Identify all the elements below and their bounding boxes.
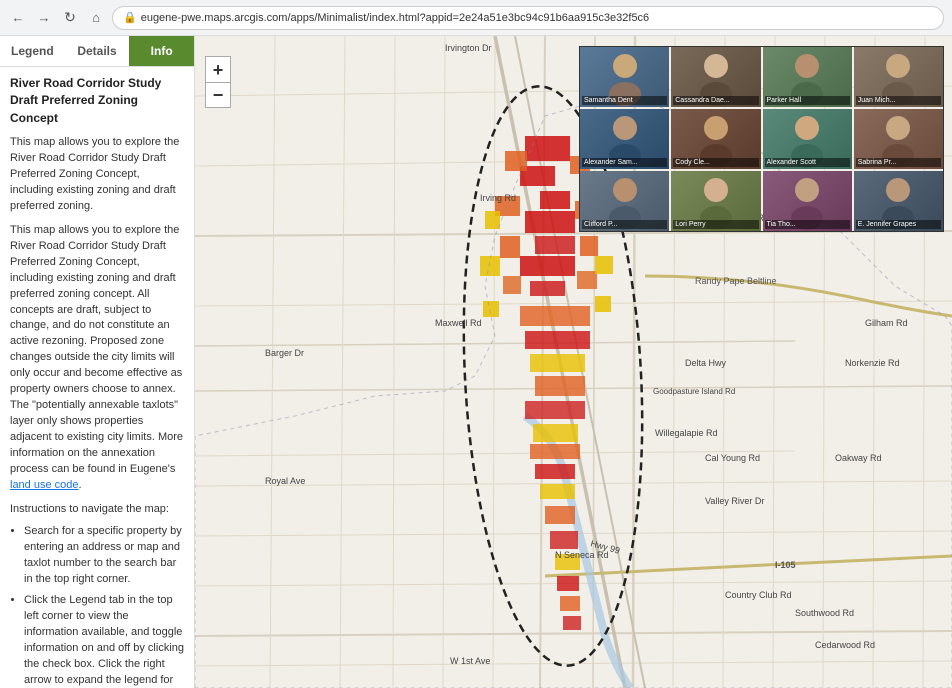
map-area[interactable]: Green Acres Rd Crescent Ave Randy Pape B…	[195, 36, 952, 688]
reload-button[interactable]: ↻	[60, 8, 80, 28]
svg-text:Willegalapie Rd: Willegalapie Rd	[655, 428, 718, 438]
svg-text:Cedarwood Rd: Cedarwood Rd	[815, 640, 875, 650]
video-participant-3: Parker Hall	[763, 47, 852, 107]
instruction-1: Search for a specific property by enteri…	[24, 524, 184, 588]
tab-info[interactable]: Info	[129, 36, 194, 66]
url-bar[interactable]: 🔒 eugene-pwe.maps.arcgis.com/apps/Minima…	[112, 6, 944, 30]
svg-text:W 1st Ave: W 1st Ave	[450, 656, 490, 666]
participant-label-6: Cody Cle...	[673, 158, 758, 167]
zoom-controls: + −	[205, 56, 231, 108]
panel-title: River Road Corridor Study Draft Preferre…	[10, 75, 184, 127]
svg-text:Maxwell Rd: Maxwell Rd	[435, 318, 482, 328]
participant-label-3: Parker Hall	[765, 96, 850, 105]
video-participant-10: Lori Perry	[671, 171, 760, 231]
svg-text:Oakway Rd: Oakway Rd	[835, 453, 882, 463]
land-use-link[interactable]: land use code	[10, 479, 79, 491]
video-participant-11: Tia Tho...	[763, 171, 852, 231]
home-button[interactable]: ⌂	[86, 8, 106, 28]
participant-label-8: Sabrina Pr...	[856, 158, 941, 167]
video-participant-2: Cassandra Dae...	[671, 47, 760, 107]
svg-text:Barger Dr: Barger Dr	[265, 348, 304, 358]
participant-label-11: Tia Tho...	[765, 220, 850, 229]
svg-text:I-105: I-105	[775, 560, 796, 570]
instructions-heading: Instructions to navigate the map:	[10, 502, 184, 518]
video-participant-6: Cody Cle...	[671, 109, 760, 169]
video-participant-8: Sabrina Pr...	[854, 109, 943, 169]
video-participant-4: Juan Mich...	[854, 47, 943, 107]
svg-text:Norkenzie Rd: Norkenzie Rd	[845, 358, 900, 368]
video-participant-5: Alexander Sam...	[580, 109, 669, 169]
forward-button[interactable]: →	[34, 8, 54, 28]
lock-icon: 🔒	[123, 11, 137, 24]
instructions-list: Search for a specific property by enteri…	[10, 524, 184, 688]
video-participant-7: Alexander Scott	[763, 109, 852, 169]
svg-text:Cal Young Rd: Cal Young Rd	[705, 453, 760, 463]
participant-label-12: E. Jennifer Grapes	[856, 220, 941, 229]
svg-text:N Seneca Rd: N Seneca Rd	[555, 550, 609, 560]
participant-label-4: Juan Mich...	[856, 96, 941, 105]
instruction-2: Click the Legend tab in the top left cor…	[24, 593, 184, 688]
svg-text:Delta Hwy: Delta Hwy	[685, 358, 727, 368]
participant-label-9: Clifford P...	[582, 220, 667, 229]
svg-text:Southwood Rd: Southwood Rd	[795, 608, 854, 618]
tab-bar: Legend Details Info	[0, 36, 194, 67]
url-text: eugene-pwe.maps.arcgis.com/apps/Minimali…	[141, 12, 649, 24]
participant-label-5: Alexander Sam...	[582, 158, 667, 167]
main-container: Legend Details Info River Road Corridor …	[0, 36, 952, 688]
participant-label-7: Alexander Scott	[765, 158, 850, 167]
video-grid: Samantha Dent Cassandra Dae...	[579, 46, 944, 232]
panel-intro-2: This map allows you to explore the River…	[10, 223, 184, 494]
svg-text:Royal Ave: Royal Ave	[265, 476, 305, 486]
video-participant-1: Samantha Dent	[580, 47, 669, 107]
participant-label-2: Cassandra Dae...	[673, 96, 758, 105]
panel-content: River Road Corridor Study Draft Preferre…	[0, 67, 194, 688]
zoom-out-button[interactable]: −	[205, 82, 231, 108]
svg-text:Irvington Dr: Irvington Dr	[445, 43, 492, 53]
svg-text:Randy Pape Beltline: Randy Pape Beltline	[695, 276, 777, 286]
svg-text:Irving Rd: Irving Rd	[480, 193, 516, 203]
tab-legend[interactable]: Legend	[0, 36, 65, 66]
zoom-in-button[interactable]: +	[205, 56, 231, 82]
svg-text:Goodpasture Island Rd: Goodpasture Island Rd	[653, 387, 735, 396]
browser-chrome: ← → ↻ ⌂ 🔒 eugene-pwe.maps.arcgis.com/app…	[0, 0, 952, 36]
video-participant-12: E. Jennifer Grapes	[854, 171, 943, 231]
participant-label-1: Samantha Dent	[582, 96, 667, 105]
back-button[interactable]: ←	[8, 8, 28, 28]
svg-text:Country Club Rd: Country Club Rd	[725, 590, 792, 600]
svg-text:Valley River Dr: Valley River Dr	[705, 496, 764, 506]
svg-text:Gilham Rd: Gilham Rd	[865, 318, 908, 328]
panel-intro-1: This map allows you to explore the River…	[10, 135, 184, 215]
participant-label-10: Lori Perry	[673, 220, 758, 229]
left-panel: Legend Details Info River Road Corridor …	[0, 36, 195, 688]
tab-details[interactable]: Details	[65, 36, 130, 66]
video-participant-9: Clifford P...	[580, 171, 669, 231]
